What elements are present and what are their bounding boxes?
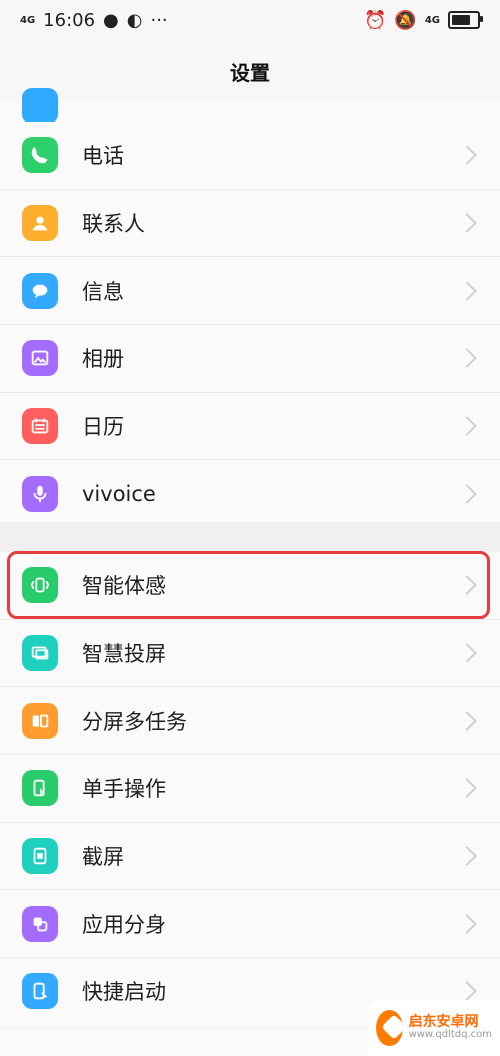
settings-row-label: 智慧投屏 bbox=[82, 642, 166, 667]
chevron-right-icon bbox=[457, 416, 477, 436]
settings-group-features: 智能体感 智慧投屏 分屏多任务 单手操作 截屏 应用分身 快捷启动 bbox=[0, 552, 500, 1025]
settings-row-split-screen[interactable]: 分屏多任务 bbox=[0, 687, 500, 756]
watermark-logo-icon bbox=[376, 1010, 403, 1046]
settings-row-vivoice[interactable]: vivoice bbox=[0, 460, 500, 527]
settings-row-label: 联系人 bbox=[82, 212, 145, 237]
chevron-right-icon bbox=[457, 846, 477, 866]
time: 16:06 bbox=[43, 9, 96, 31]
previous-row-peek bbox=[0, 88, 500, 124]
settings-row-one-hand[interactable]: 单手操作 bbox=[0, 755, 500, 823]
section-gap bbox=[0, 522, 500, 552]
watermark-url: www.qdltdq.com bbox=[408, 1029, 492, 1041]
settings-row-label: 智能体感 bbox=[82, 574, 166, 599]
more-icon: ··· bbox=[150, 9, 168, 31]
settings-row-label: 单手操作 bbox=[82, 777, 166, 802]
settings-row-messages[interactable]: 信息 bbox=[0, 257, 500, 326]
battery-icon bbox=[448, 11, 483, 29]
settings-row-app-clone[interactable]: 应用分身 bbox=[0, 890, 500, 959]
screen-cast-icon bbox=[22, 635, 58, 672]
chevron-right-icon bbox=[457, 643, 477, 663]
message-icon bbox=[22, 272, 58, 309]
chevron-right-icon bbox=[457, 280, 477, 301]
settings-row-album[interactable]: 相册 bbox=[0, 325, 500, 393]
settings-row-label: 应用分身 bbox=[82, 912, 166, 937]
quick-launch-icon bbox=[22, 973, 58, 1010]
settings-row-screenshot[interactable]: 截屏 bbox=[0, 823, 500, 891]
screenshot-icon bbox=[22, 838, 58, 875]
settings-row-label: 日历 bbox=[82, 415, 124, 440]
signal-label: 4G bbox=[20, 14, 36, 26]
phone-icon bbox=[22, 137, 58, 174]
settings-row-phone[interactable]: 电话 bbox=[0, 122, 500, 190]
silent-icon: 🔕 bbox=[394, 9, 417, 31]
settings-row-label: 分屏多任务 bbox=[82, 709, 187, 734]
chevron-right-icon bbox=[457, 483, 477, 504]
album-icon bbox=[22, 340, 58, 377]
chevron-right-icon bbox=[457, 145, 477, 166]
status-bar: 4G 16:06 ● ◐ ··· ⏰ 🔕 4G bbox=[0, 0, 500, 40]
notification-icon: ● bbox=[103, 9, 119, 31]
chevron-right-icon bbox=[457, 348, 477, 369]
contacts-icon bbox=[22, 205, 58, 242]
split-screen-icon bbox=[22, 702, 58, 739]
settings-row-contacts[interactable]: 联系人 bbox=[0, 190, 500, 258]
chevron-right-icon bbox=[457, 913, 477, 934]
settings-row-label: 截屏 bbox=[82, 845, 124, 870]
watermark: 启东安卓网 www.qdltdq.com bbox=[368, 1000, 500, 1056]
settings-row-motion-sense[interactable]: 智能体感 bbox=[0, 552, 500, 620]
partial-icon bbox=[22, 88, 58, 124]
calendar-icon bbox=[22, 408, 58, 445]
microphone-icon bbox=[22, 475, 58, 512]
chevron-right-icon bbox=[457, 575, 477, 596]
notification-icon-2: ◐ bbox=[126, 9, 143, 31]
settings-row-label: 电话 bbox=[82, 144, 124, 169]
settings-row-label: 相册 bbox=[82, 347, 124, 372]
settings-row-screen-cast[interactable]: 智慧投屏 bbox=[0, 620, 500, 688]
app-clone-icon bbox=[22, 905, 58, 942]
settings-group-apps: 电话 联系人 信息 相册 日历 vivoice bbox=[0, 122, 500, 528]
page-title: 设置 bbox=[0, 40, 500, 103]
chevron-right-icon bbox=[457, 710, 477, 731]
chevron-right-icon bbox=[457, 213, 477, 233]
settings-row-calendar[interactable]: 日历 bbox=[0, 393, 500, 461]
chevron-right-icon bbox=[457, 981, 477, 1002]
alarm-icon: ⏰ bbox=[363, 9, 387, 31]
motion-sense-icon bbox=[22, 567, 58, 604]
chevron-right-icon bbox=[457, 778, 477, 799]
right-signal-label: 4G bbox=[424, 14, 440, 26]
settings-row-label: 信息 bbox=[82, 279, 124, 304]
one-hand-icon bbox=[22, 770, 58, 807]
watermark-title: 启东安卓网 bbox=[408, 1014, 479, 1031]
settings-row-label: vivoice bbox=[82, 481, 156, 506]
